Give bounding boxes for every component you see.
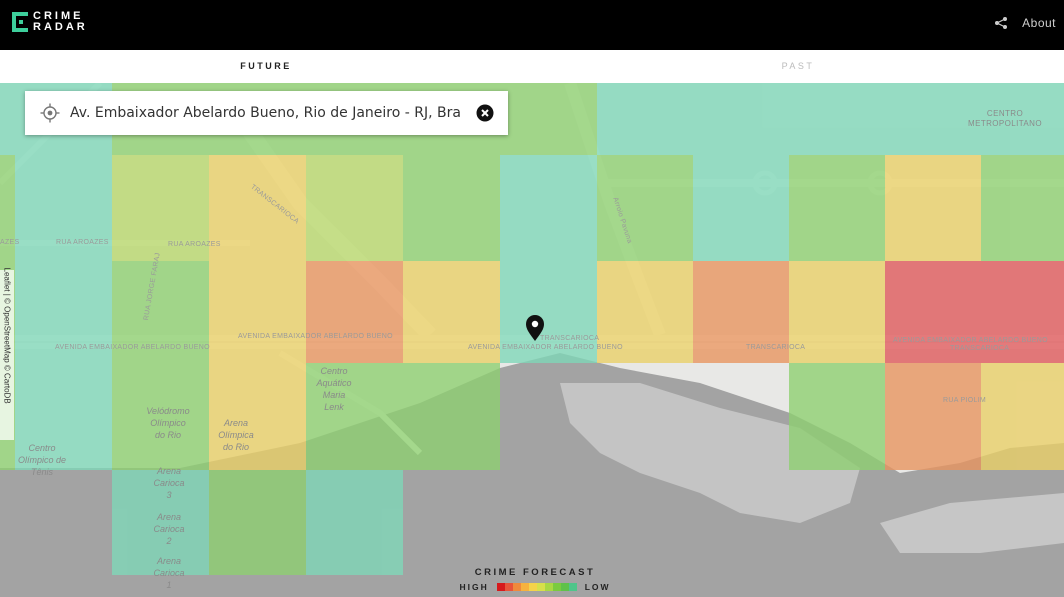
street-label-abelardo: AVENIDA EMBAIXADOR ABELARDO BUENO <box>238 333 393 340</box>
heat-cell <box>981 155 1064 261</box>
street-label-aroazes: RUA AROAZES <box>56 239 109 246</box>
heat-cell <box>209 155 306 261</box>
heat-cell <box>306 261 403 363</box>
heat-cell <box>597 83 693 155</box>
legend-title: CRIME FORECAST <box>474 567 596 578</box>
label-arena-olimpica: Arena Olímpica do Rio <box>218 418 254 452</box>
logo-text: CRIME RADAR <box>33 11 88 33</box>
street-label-abelardo: AVENIDA EMBAIXADOR ABELARDO BUENO <box>55 344 210 351</box>
street-label-aroazes: RUA AROAZES <box>168 241 221 248</box>
street-label-abelardo: AVENIDA EMBAIXADOR ABELARDO BUENO <box>468 344 623 351</box>
heat-cell <box>693 155 789 261</box>
crime-radar-logo[interactable]: CRIME RADAR <box>12 11 88 33</box>
legend-swatch <box>520 583 529 591</box>
legend-swatch <box>568 583 577 591</box>
about-link[interactable]: About <box>1022 16 1056 30</box>
address-search-input[interactable] <box>70 105 470 121</box>
street-label-abelardo: AVENIDA EMBAIXADOR ABELARDO BUENO <box>893 337 1048 344</box>
heat-cell <box>789 155 885 261</box>
logo-mark-icon <box>12 12 28 32</box>
label-centro-metropolitano: CENTRO METROPOLITANO <box>968 109 1042 128</box>
share-icon[interactable] <box>994 16 1008 30</box>
legend-swatch <box>560 583 569 591</box>
legend-swatch <box>504 583 513 591</box>
map-attribution: Leaflet | © OpenStreetMap © CartoDB <box>0 268 14 440</box>
legend-color-scale <box>496 583 577 591</box>
clear-search-icon[interactable] <box>476 104 494 122</box>
top-bar: CRIME RADAR About <box>0 0 1064 50</box>
heat-cell <box>597 155 693 261</box>
legend-row: HIGH LOW <box>445 582 625 592</box>
label-centro-tenis: Centro Olímpico de Tênis <box>17 443 67 477</box>
legend-swatch <box>552 583 561 591</box>
heat-cell <box>306 470 403 575</box>
heat-cell <box>885 155 981 261</box>
street-label-piolim: RUA PIOLIM <box>943 397 987 404</box>
legend-swatch <box>496 583 505 591</box>
attribution-text[interactable]: Leaflet | © OpenStreetMap © CartoDB <box>3 268 12 438</box>
tab-past[interactable]: PAST <box>532 50 1064 83</box>
legend-swatch <box>536 583 545 591</box>
heat-cell <box>885 363 981 470</box>
label-centro-aquatico: Centro Aquático Maria Lenk <box>316 366 352 412</box>
street-label-transcarioca: TRANSCARIOCA <box>950 345 1010 352</box>
address-search-box <box>25 91 508 135</box>
legend-low-label: LOW <box>584 582 611 592</box>
legend-swatch <box>528 583 537 591</box>
legend-swatch <box>544 583 553 591</box>
heat-cell <box>306 155 403 261</box>
heat-cell <box>209 470 306 575</box>
label-arena-carioca-2: Arena Carioca 2 <box>153 512 185 546</box>
forecast-tabs: FUTURE PAST <box>0 50 1064 83</box>
crime-forecast-legend: CRIME FORECAST HIGH LOW <box>445 567 625 592</box>
locate-me-icon[interactable] <box>40 103 60 123</box>
street-label-transcarioca: TRANSCARIOCA <box>540 335 600 342</box>
heat-cell <box>981 363 1064 470</box>
heat-cell <box>500 83 597 155</box>
logo-line-2: RADAR <box>33 21 88 33</box>
legend-high-label: HIGH <box>459 582 489 592</box>
heat-cell <box>500 155 597 261</box>
heat-cell <box>209 261 306 363</box>
heat-cell <box>789 363 885 470</box>
label-arena-carioca-3: Arena Carioca 3 <box>153 466 185 500</box>
heat-cell <box>403 363 500 470</box>
top-nav: About <box>994 16 1056 30</box>
label-arena-carioca-1: Arena Carioca 1 <box>153 556 185 590</box>
tab-future[interactable]: FUTURE <box>0 50 532 83</box>
street-label-transcarioca: TRANSCARIOCA <box>746 344 806 351</box>
legend-swatch <box>512 583 521 591</box>
heat-cell <box>403 155 500 261</box>
street-label-azes: AZES <box>0 239 20 246</box>
crime-map[interactable]: CENTRO METROPOLITANO Velódromo Olímpico … <box>0 83 1064 597</box>
